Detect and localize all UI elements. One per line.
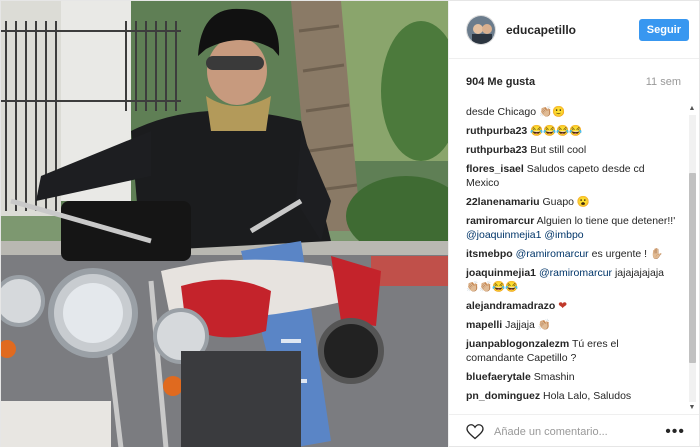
mention-link[interactable]: @ramiromarcur	[539, 267, 612, 279]
comment-item: 22lanenamariu Guapo 😮	[466, 195, 685, 209]
motorcycle-rider-image	[1, 1, 448, 447]
comment-text: Guapo 😮	[542, 196, 590, 208]
comment-user[interactable]: ruthpurba23	[466, 144, 527, 156]
comment-text: Smashin	[533, 371, 575, 383]
more-options-icon[interactable]: •••	[665, 423, 685, 441]
comment-bar: Añade un comentario... •••	[449, 414, 699, 447]
comments-list[interactable]: desde Chicago 👏🏼🙂 ruthpurba23 😂😂😂😂 ruthp…	[449, 97, 699, 414]
comment-user[interactable]: mapelli	[466, 319, 502, 331]
comment-item: alejandramadrazo ❤	[466, 299, 685, 313]
comment-text: Alguien lo tiene que detener!!'	[536, 215, 676, 227]
comment-user[interactable]: 22lanenamariu	[466, 196, 540, 208]
comment-text: 😂😂😂😂	[530, 125, 583, 137]
heart-icon[interactable]	[466, 423, 484, 440]
comment-item: ruthpurba23 😂😂😂😂	[466, 124, 685, 138]
avatar-image	[467, 15, 495, 44]
post-header: educapetillo Seguir	[449, 1, 699, 59]
comment-item: bluefaerytale Smashin	[466, 370, 685, 384]
post-time[interactable]: 11 sem	[646, 76, 681, 88]
mention-link[interactable]: @imbpo	[544, 229, 583, 241]
mention-link[interactable]: @ramiromarcur	[516, 248, 589, 260]
follow-button[interactable]: Seguir	[638, 18, 689, 41]
comment-text: ❤	[558, 300, 568, 312]
comment-item: ramiromarcur Alguien lo tiene que detene…	[466, 214, 685, 242]
comment-user[interactable]: ramiromarcur	[466, 215, 534, 227]
comment-item: mapelli Jajjaja 👏🏼	[466, 318, 685, 332]
comment-text: Hola Lalo, Saludos	[543, 390, 632, 402]
mention-link[interactable]: @joaquinmejia1	[466, 229, 541, 241]
comment-item: ruthpurba23 But still cool	[466, 143, 685, 157]
comment-input[interactable]: Añade un comentario...	[494, 426, 665, 438]
comment-user[interactable]: ruthpurba23	[466, 125, 527, 137]
scrollbar-thumb[interactable]	[689, 173, 696, 363]
comment-item: desde Chicago 👏🏼🙂	[466, 105, 685, 119]
comment-item: pn_dominguez Hola Lalo, Saludos	[466, 389, 685, 403]
comment-user[interactable]: flores_isael	[466, 163, 524, 175]
scroll-down-icon[interactable]: ▼	[688, 404, 696, 412]
comment-item: itsmebpo @ramiromarcur es urgente ! ✋🏼	[466, 247, 685, 261]
instagram-post: educapetillo Seguir 904 Me gusta 11 sem …	[0, 0, 700, 447]
avatar[interactable]	[466, 14, 496, 45]
comment-user[interactable]: pn_dominguez	[466, 390, 540, 402]
scroll-up-icon[interactable]: ▲	[688, 105, 696, 113]
post-photo[interactable]	[1, 1, 448, 447]
likes-count[interactable]: 904 Me gusta	[466, 76, 646, 88]
comment-item: flores_isael Saludos capeto desde cd Mex…	[466, 162, 685, 190]
comment-user[interactable]: alejandramadrazo	[466, 300, 555, 312]
comment-text: But still cool	[530, 144, 587, 156]
post-meta: 904 Me gusta 11 sem	[449, 67, 699, 97]
comment-text: desde Chicago 👏🏼🙂	[466, 106, 566, 118]
comment-user[interactable]: bluefaerytale	[466, 371, 531, 383]
comment-user[interactable]: itsmebpo	[466, 248, 513, 260]
username[interactable]: educapetillo	[506, 23, 639, 37]
comment-text: Jajjaja 👏🏼	[505, 319, 551, 331]
post-side-panel: educapetillo Seguir 904 Me gusta 11 sem …	[448, 1, 699, 447]
comment-text: es urgente ! ✋🏼	[591, 248, 664, 260]
comments-scrollbar[interactable]: ▲ ▼	[687, 105, 696, 412]
comment-user[interactable]: joaquinmejia1	[466, 267, 536, 279]
comment-user[interactable]: juanpablogonzalezm	[466, 338, 569, 350]
comment-item: joaquinmejia1 @ramiromarcur jajajajajaja…	[466, 266, 685, 294]
comment-item: juanpablogonzalezm Tú eres el comandante…	[466, 337, 685, 365]
